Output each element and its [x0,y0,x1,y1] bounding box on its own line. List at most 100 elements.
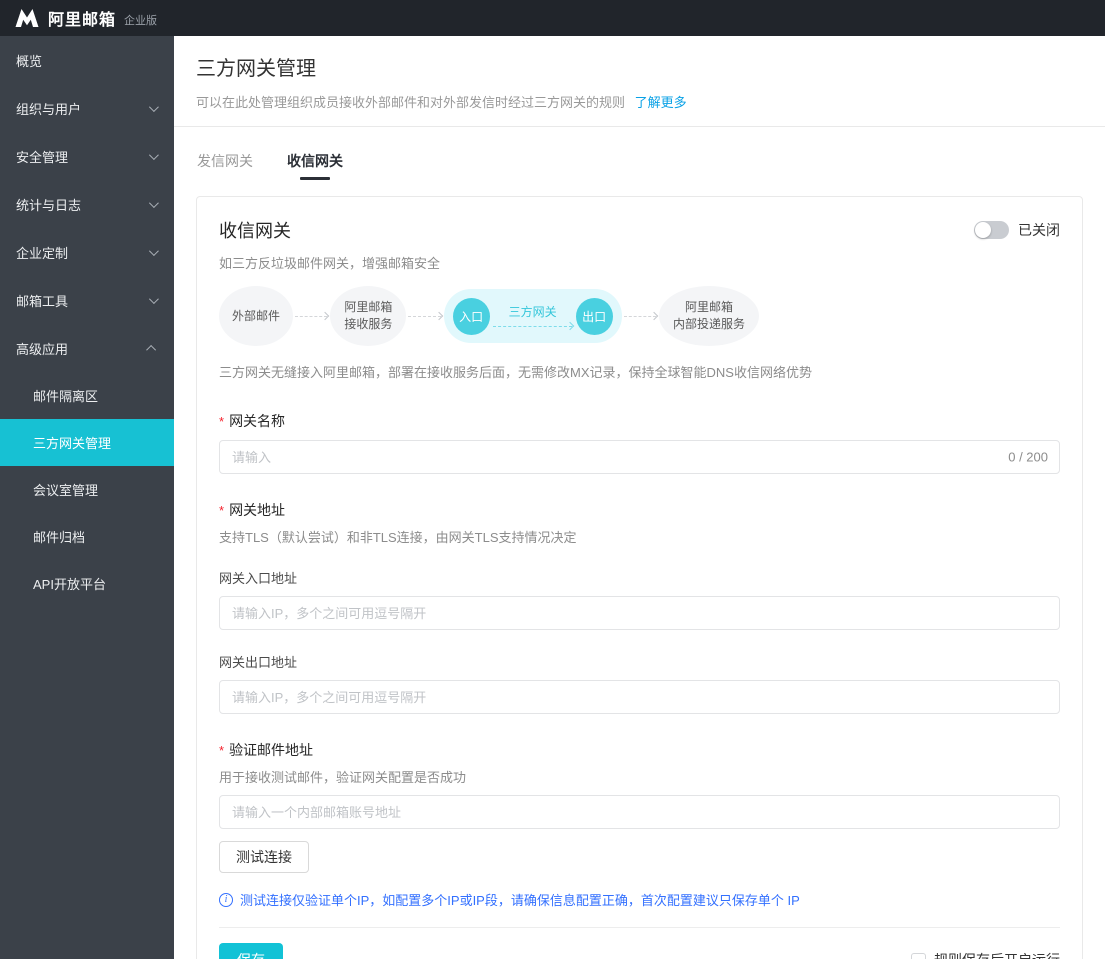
gateway-label: 三方网关 [509,303,557,320]
tab-outbound-gateway[interactable]: 发信网关 [197,151,253,180]
inbound-address-group: 网关入口地址 [219,568,1060,630]
field-verify-email: 验证邮件地址 用于接收测试邮件，验证网关配置是否成功 测试连接 [219,740,1060,873]
gateway-inlet-badge: 入口 [453,298,490,335]
gateway-address-note: 支持TLS（默认尝试）和非TLS连接，由网关TLS支持情况决定 [219,527,1060,546]
flow-node-label: 阿里邮箱 [685,299,733,316]
sidebar-subitem-label: 会议室管理 [33,480,98,499]
flow-node-label: 内部投递服务 [673,316,745,333]
sidebar-item-overview[interactable]: 概览 [0,36,174,84]
learn-more-link[interactable]: 了解更多 [635,95,687,110]
sidebar-subitem-mail-archive[interactable]: 邮件归档 [0,513,174,560]
field-gateway-name: 网关名称 0 / 200 [219,411,1060,474]
inbound-address-label: 网关入口地址 [219,568,1060,587]
sidebar-item-stats-logs[interactable]: 统计与日志 [0,180,174,228]
flow-description: 三方网关无缝接入阿里邮箱，部署在接收服务后面，无需修改MX记录，保持全球智能DN… [219,362,1060,381]
chevron-down-icon [149,294,159,304]
sidebar-subitem-label: 三方网关管理 [33,433,111,452]
sidebar-subitem-mail-quarantine[interactable]: 邮件隔离区 [0,372,174,419]
brand-edition: 企业版 [124,12,157,28]
inbound-address-input[interactable] [219,596,1060,630]
gateway-form: 网关名称 0 / 200 网关地址 支持TLS（默认尝试）和非TLS连接，由网关… [219,411,1060,909]
sidebar-item-security[interactable]: 安全管理 [0,132,174,180]
tab-bar: 发信网关 收信网关 [174,151,1105,180]
page-title: 三方网关管理 [196,52,1083,81]
sidebar-item-advanced-apps[interactable]: 高级应用 [0,324,174,372]
sidebar-item-mail-tools[interactable]: 邮箱工具 [0,276,174,324]
sidebar-subitem-meeting-room[interactable]: 会议室管理 [0,466,174,513]
sidebar-item-label: 安全管理 [16,147,68,166]
sidebar-item-org-users[interactable]: 组织与用户 [0,84,174,132]
flow-node-external-mail: 外部邮件 [219,286,293,346]
info-note-row: i 测试连接仅验证单个IP，如配置多个IP或IP段，请确保信息配置正确，首次配置… [219,890,1060,909]
sidebar-item-label: 邮箱工具 [16,291,68,310]
flow-node-label: 外部邮件 [232,308,280,325]
outbound-address-group: 网关出口地址 [219,652,1060,714]
card-subtitle: 如三方反垃圾邮件网关，增强邮箱安全 [219,253,1060,272]
gateway-status-toggle-group: 已关闭 [974,220,1060,240]
sidebar-item-label: 高级应用 [16,339,68,358]
flow-connector [624,313,657,319]
card-footer: 保存 规则保存后开启运行 [219,927,1060,959]
sidebar-subitem-label: 邮件隔离区 [33,386,98,405]
chevron-down-icon [149,198,159,208]
page-subtitle-text: 可以在此处管理组织成员接收外部邮件和对外部发信时经过三方网关的规则 [196,95,625,110]
chevron-down-icon [149,102,159,112]
gateway-outlet-badge: 出口 [576,298,613,335]
save-button[interactable]: 保存 [219,943,283,959]
verify-email-input-wrap [219,795,1060,829]
toggle-knob [975,222,991,238]
flow-node-receive-service: 阿里邮箱 接收服务 [330,286,406,346]
info-icon: i [219,893,233,907]
arrow-right-icon [434,312,442,320]
alimail-logo-icon [14,7,40,29]
sidebar-subitem-label: 邮件归档 [33,527,85,546]
gateway-address-label: 网关地址 [219,500,1060,520]
run-after-save-checkbox[interactable] [911,953,926,959]
verify-email-label: 验证邮件地址 [219,740,1060,760]
sidebar-item-label: 统计与日志 [16,195,81,214]
page-subtitle: 可以在此处管理组织成员接收外部邮件和对外部发信时经过三方网关的规则 了解更多 [196,92,1083,111]
active-tab-indicator [300,177,330,180]
outbound-address-input-wrap [219,680,1060,714]
test-connection-button[interactable]: 测试连接 [219,841,309,873]
sidebar-subitem-label: API开放平台 [33,574,106,593]
card-header: 收信网关 已关闭 [219,217,1060,243]
inbound-address-input-wrap [219,596,1060,630]
outbound-address-input[interactable] [219,680,1060,714]
run-after-save-group: 规则保存后开启运行 [911,950,1060,959]
gateway-toggle[interactable] [974,221,1009,239]
gateway-middle: 三方网关 [490,303,576,329]
tab-label: 收信网关 [287,153,343,169]
sidebar-subitem-gateway-management[interactable]: 三方网关管理 [0,419,174,466]
verify-email-note: 用于接收测试邮件，验证网关配置是否成功 [219,767,1060,786]
sidebar-subitem-api-platform[interactable]: API开放平台 [0,560,174,607]
info-note-text: 测试连接仅验证单个IP，如配置多个IP或IP段，请确保信息配置正确，首次配置建议… [240,890,800,909]
tab-inbound-gateway[interactable]: 收信网关 [287,151,343,180]
chevron-down-icon [149,150,159,160]
sidebar: 概览 组织与用户 安全管理 统计与日志 企业定制 邮箱工具 高级应用 邮件隔离区… [0,36,174,959]
gateway-name-label: 网关名称 [219,411,1060,431]
gateway-dashed-connector [490,323,576,329]
char-counter: 0 / 200 [1008,450,1048,465]
flow-node-internal-delivery: 阿里邮箱 内部投递服务 [659,286,759,346]
flow-node-label: 阿里邮箱 [344,299,392,316]
mail-flow-diagram: 外部邮件 阿里邮箱 接收服务 入口 三方网关 [219,286,759,346]
sidebar-item-label: 组织与用户 [16,99,81,118]
sidebar-item-label: 企业定制 [16,243,68,262]
toggle-status-label: 已关闭 [1018,220,1060,240]
arrow-right-icon [650,312,658,320]
arrow-right-icon [565,322,573,330]
inbound-gateway-card: 收信网关 已关闭 如三方反垃圾邮件网关，增强邮箱安全 外部邮件 阿里邮箱 接收服… [196,196,1083,959]
flow-node-third-party-gateway: 入口 三方网关 出口 [444,289,622,343]
chevron-up-icon [146,344,156,354]
brand-name: 阿里邮箱 [48,6,116,30]
tab-label: 发信网关 [197,153,253,169]
main-content: 三方网关管理 可以在此处管理组织成员接收外部邮件和对外部发信时经过三方网关的规则… [174,36,1105,959]
sidebar-item-enterprise-custom[interactable]: 企业定制 [0,228,174,276]
verify-email-input[interactable] [219,795,1060,829]
flow-connector [408,313,441,319]
gateway-name-input-wrap: 0 / 200 [219,440,1060,474]
chevron-down-icon [149,246,159,256]
flow-node-label: 接收服务 [344,316,392,333]
gateway-name-input[interactable] [219,440,1060,474]
